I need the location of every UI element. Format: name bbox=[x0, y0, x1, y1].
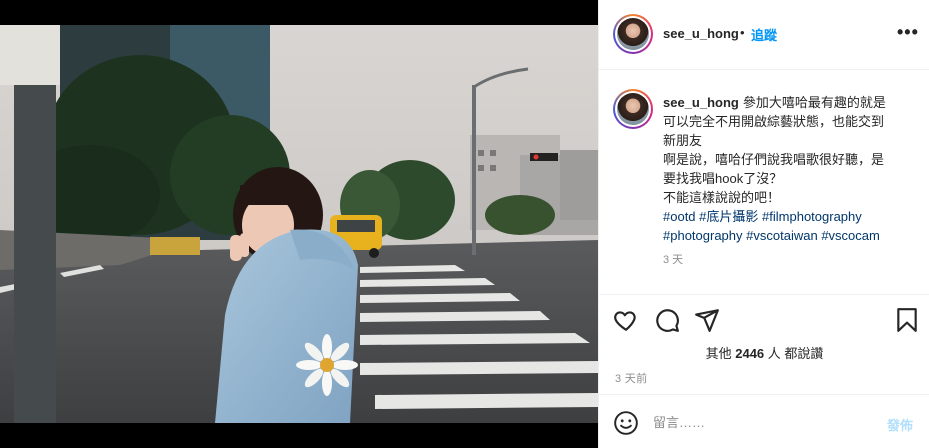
hashtag-row: #photography #vscotaiwan #vscocam bbox=[663, 226, 913, 245]
hashtag-link[interactable]: #底片攝影 bbox=[699, 209, 758, 224]
share-icon[interactable] bbox=[694, 307, 720, 333]
hashtag-link[interactable]: #vscocam bbox=[821, 228, 880, 243]
caption-username[interactable]: see_u_hong bbox=[663, 95, 739, 110]
bookmark-icon[interactable] bbox=[894, 307, 920, 333]
hashtag-row: #ootd #底片攝影 #filmphotography bbox=[663, 207, 913, 226]
likes-prefix: 其他 bbox=[705, 346, 732, 361]
emoji-icon[interactable] bbox=[613, 410, 639, 436]
hashtag-link[interactable]: #photography bbox=[663, 228, 743, 243]
follow-button[interactable]: 追蹤 bbox=[751, 25, 777, 44]
header-username[interactable]: see_u_hong bbox=[663, 26, 739, 41]
comment-icon[interactable] bbox=[654, 307, 680, 333]
post-comment-button[interactable]: 發佈 bbox=[887, 415, 913, 434]
hashtag-link[interactable]: #vscotaiwan bbox=[746, 228, 818, 243]
hashtag-link[interactable]: #ootd bbox=[663, 209, 696, 224]
avatar[interactable] bbox=[613, 14, 653, 54]
caption-line: 要找我唱hook了沒？ bbox=[663, 171, 783, 186]
post-header: see_u_hong • 追蹤 ••• bbox=[599, 0, 929, 70]
post-photo[interactable] bbox=[0, 25, 598, 423]
comment-input[interactable] bbox=[653, 409, 873, 435]
caption-line: 參加大嘻哈最有趣的就是 bbox=[742, 95, 886, 110]
likes-count: 2446 bbox=[735, 346, 765, 361]
comment-bar: 發佈 bbox=[599, 394, 929, 448]
likes-summary[interactable]: 其他 2446 人 都說讚 bbox=[599, 343, 929, 362]
hashtag-link[interactable]: #filmphotography bbox=[762, 209, 862, 224]
separator-dot: • bbox=[740, 25, 745, 40]
post-media bbox=[0, 0, 598, 448]
post-timestamp[interactable]: 3 天前 bbox=[615, 370, 647, 386]
instagram-post: see_u_hong • 追蹤 ••• see_u_hong 參加大嘻哈最有趣的就… bbox=[0, 0, 929, 448]
likes-suffix: 人 都說讚 bbox=[767, 346, 824, 361]
street-photo-illustration bbox=[0, 25, 598, 423]
post-side-panel: see_u_hong • 追蹤 ••• see_u_hong 參加大嘻哈最有趣的就… bbox=[598, 0, 929, 448]
action-bar bbox=[599, 294, 929, 344]
caption-text: see_u_hong 參加大嘻哈最有趣的就是 可以完全不用開啟綜藝狀態，也能交到 … bbox=[663, 93, 913, 245]
caption-line: 啊是說，嘻哈仔們說我唱歌很好聽，是 bbox=[663, 152, 885, 167]
caption-line: 可以完全不用開啟綜藝狀態，也能交到 bbox=[663, 114, 885, 129]
caption-timestamp: 3 天 bbox=[663, 254, 684, 266]
more-options-icon[interactable]: ••• bbox=[897, 22, 919, 43]
caption-avatar[interactable] bbox=[613, 89, 653, 129]
heart-icon[interactable] bbox=[613, 307, 639, 333]
caption-line: 新朋友 bbox=[663, 133, 703, 148]
caption-section: see_u_hong 參加大嘻哈最有趣的就是 可以完全不用開啟綜藝狀態，也能交到 … bbox=[599, 71, 929, 293]
caption-line: 不能這樣說說的吧！ bbox=[663, 190, 781, 205]
